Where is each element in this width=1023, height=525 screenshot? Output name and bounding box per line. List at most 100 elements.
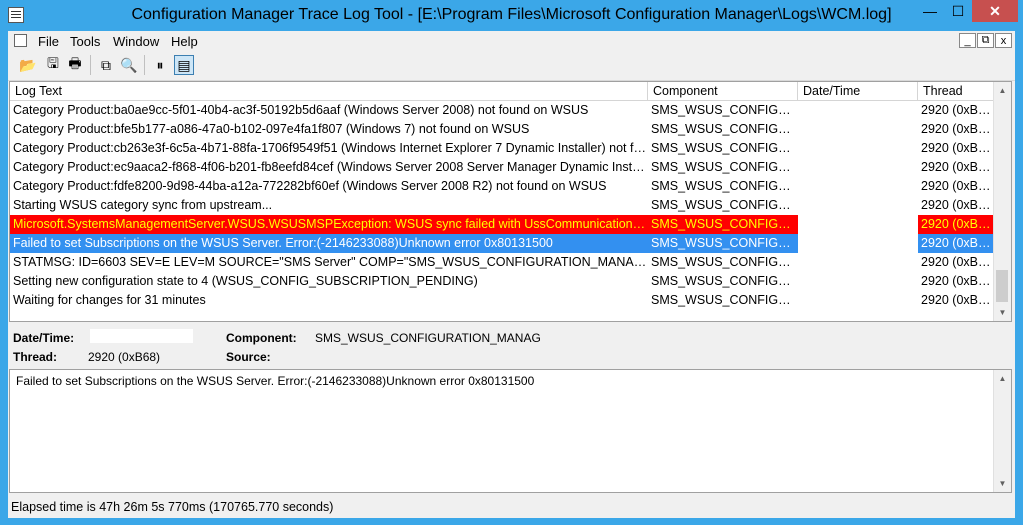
client-area: File Tools Window Help _ ⧉ x 📂 🖫 🖶 ⧉ 🔍 ⏸… <box>8 31 1015 518</box>
scroll-down-icon[interactable]: ▼ <box>994 475 1011 492</box>
table-row[interactable]: Category Product:ba0ae9cc-5f01-40b4-ac3f… <box>10 101 996 120</box>
row-datetime <box>798 101 918 120</box>
document-icon[interactable] <box>14 34 27 47</box>
status-bar: Elapsed time is 47h 26m 5s 770ms (170765… <box>8 496 1015 518</box>
table-row[interactable]: Category Product:ec9aaca2-f868-4f06-b201… <box>10 158 996 177</box>
row-thread: 2920 (0xB68) <box>921 274 996 288</box>
row-log-text: Category Product:fdfe8200-9d98-44ba-a12a… <box>13 179 607 193</box>
row-log-text: Starting WSUS category sync from upstrea… <box>13 198 273 212</box>
row-log-text: STATMSG: ID=6603 SEV=E LEV=M SOURCE="SMS… <box>13 255 648 269</box>
close-button[interactable]: ✕ <box>972 0 1018 22</box>
thread-value: 2920 (0xB68) <box>88 350 161 364</box>
view-icon[interactable]: ▤ <box>174 55 194 75</box>
vertical-scrollbar[interactable]: ▲ ▼ <box>993 82 1011 321</box>
toolbar-separator <box>90 55 91 75</box>
row-thread: 2920 (0xB68) <box>921 198 996 212</box>
mdi-restore-button[interactable]: ⧉ <box>977 33 994 48</box>
message-scrollbar[interactable]: ▲ ▼ <box>993 370 1011 492</box>
menu-help[interactable]: Help <box>171 34 198 49</box>
row-datetime <box>798 272 918 291</box>
datetime-value <box>90 329 193 343</box>
scroll-up-icon[interactable]: ▲ <box>994 82 1011 99</box>
row-log-text: Category Product:ec9aaca2-f868-4f06-b201… <box>13 160 648 174</box>
column-header-log-text[interactable]: Log Text <box>10 82 648 100</box>
column-header-component[interactable]: Component <box>648 82 798 100</box>
row-thread: 2920 (0xB68) <box>921 141 996 155</box>
component-value: SMS_WSUS_CONFIGURATION_MANAG <box>315 331 541 345</box>
row-component: SMS_WSUS_CONFIGURATIO <box>651 141 798 155</box>
window-title: Configuration Manager Trace Log Tool - [… <box>131 6 892 23</box>
row-component: SMS_WSUS_CONFIGURATIO <box>651 179 798 193</box>
row-datetime <box>798 234 918 253</box>
menu-file[interactable]: File <box>38 34 59 49</box>
row-log-text: Waiting for changes for 31 minutes <box>13 293 206 307</box>
row-thread: 2920 (0xB68) <box>921 255 996 269</box>
mdi-minimize-button[interactable]: _ <box>959 33 976 48</box>
row-component: SMS_WSUS_CONFIGURATIO <box>651 293 798 307</box>
details-panel: Date/Time: Component: SMS_WSUS_CONFIGURA… <box>8 322 1015 368</box>
print-icon[interactable]: 🖶 <box>65 55 85 75</box>
menu-tools[interactable]: Tools <box>70 34 100 49</box>
message-pane[interactable]: Failed to set Subscriptions on the WSUS … <box>9 369 1012 493</box>
row-component: SMS_WSUS_CONFIGURATIO <box>648 234 798 253</box>
row-datetime <box>798 158 918 177</box>
column-header-datetime[interactable]: Date/Time <box>798 82 918 100</box>
pause-icon[interactable]: ⏸ <box>150 55 170 75</box>
row-component: SMS_WSUS_CONFIGURATIO <box>651 274 798 288</box>
title-bar[interactable]: Configuration Manager Trace Log Tool - [… <box>0 0 1023 31</box>
thread-label: Thread: <box>13 350 58 364</box>
scroll-thumb[interactable] <box>996 270 1008 302</box>
row-thread: 2920 (0xB68) <box>918 234 996 253</box>
window-frame: Configuration Manager Trace Log Tool - [… <box>0 0 1023 525</box>
row-thread: 2920 (0xB68) <box>921 293 996 307</box>
message-text: Failed to set Subscriptions on the WSUS … <box>16 374 535 388</box>
table-row[interactable]: Category Product:cb263e3f-6c5a-4b71-88fa… <box>10 139 996 158</box>
row-component: SMS_WSUS_CONFIGURATIO <box>651 255 798 269</box>
datetime-label: Date/Time: <box>13 331 75 345</box>
toolbar-separator <box>144 55 145 75</box>
row-component: SMS_WSUS_CONFIGURATIO <box>648 215 798 234</box>
scroll-up-icon[interactable]: ▲ <box>994 370 1011 387</box>
log-list[interactable]: Log Text Component Date/Time Thread Cate… <box>9 81 1012 322</box>
copy-icon[interactable]: ⧉ <box>96 55 116 75</box>
row-datetime <box>798 177 918 196</box>
maximize-button[interactable]: ☐ <box>944 0 972 22</box>
print-setup-icon[interactable]: 🖫 <box>43 55 63 75</box>
row-datetime <box>798 120 918 139</box>
table-row[interactable]: Failed to set Subscriptions on the WSUS … <box>10 234 996 253</box>
open-icon[interactable]: 📂 <box>18 55 38 75</box>
row-thread: 2920 (0xB68) <box>921 103 996 117</box>
minimize-button[interactable]: — <box>916 0 944 22</box>
row-thread: 2920 (0xB68) <box>921 122 996 136</box>
table-row[interactable]: STATMSG: ID=6603 SEV=E LEV=M SOURCE="SMS… <box>10 253 996 272</box>
menu-window[interactable]: Window <box>113 34 159 49</box>
row-log-text: Microsoft.SystemsManagementServer.WSUS.W… <box>10 215 648 234</box>
table-row[interactable]: Microsoft.SystemsManagementServer.WSUS.W… <box>10 215 996 234</box>
row-component: SMS_WSUS_CONFIGURATIO <box>651 160 798 174</box>
table-row[interactable]: Setting new configuration state to 4 (WS… <box>10 272 996 291</box>
row-component: SMS_WSUS_CONFIGURATIO <box>651 198 798 212</box>
list-header: Log Text Component Date/Time Thread <box>10 82 996 101</box>
row-log-text: Category Product:ba0ae9cc-5f01-40b4-ac3f… <box>13 103 589 117</box>
row-datetime <box>798 253 918 272</box>
table-row[interactable]: Category Product:bfe5b177-a086-47a0-b102… <box>10 120 996 139</box>
column-header-thread[interactable]: Thread <box>918 82 996 100</box>
toolbar: 📂 🖫 🖶 ⧉ 🔍 ⏸ ▤ <box>8 52 1015 81</box>
table-row[interactable]: Waiting for changes for 31 minutes SMS_WS… <box>10 291 996 310</box>
mdi-close-button[interactable]: x <box>995 33 1012 48</box>
row-component: SMS_WSUS_CONFIGURATIO <box>651 103 798 117</box>
row-datetime <box>798 139 918 158</box>
row-datetime <box>798 291 918 310</box>
row-thread: 2920 (0xB68) <box>921 160 996 174</box>
row-datetime <box>798 215 918 234</box>
find-icon[interactable]: 🔍 <box>119 55 139 75</box>
row-datetime <box>798 196 918 215</box>
table-row[interactable]: Starting WSUS category sync from upstrea… <box>10 196 996 215</box>
row-component: SMS_WSUS_CONFIGURATIO <box>651 122 798 136</box>
scroll-down-icon[interactable]: ▼ <box>994 304 1011 321</box>
source-label: Source: <box>226 350 271 364</box>
row-log-text: Setting new configuration state to 4 (WS… <box>13 274 478 288</box>
row-log-text: Failed to set Subscriptions on the WSUS … <box>10 234 648 253</box>
status-text: Elapsed time is 47h 26m 5s 770ms (170765… <box>11 500 334 514</box>
table-row[interactable]: Category Product:fdfe8200-9d98-44ba-a12a… <box>10 177 996 196</box>
